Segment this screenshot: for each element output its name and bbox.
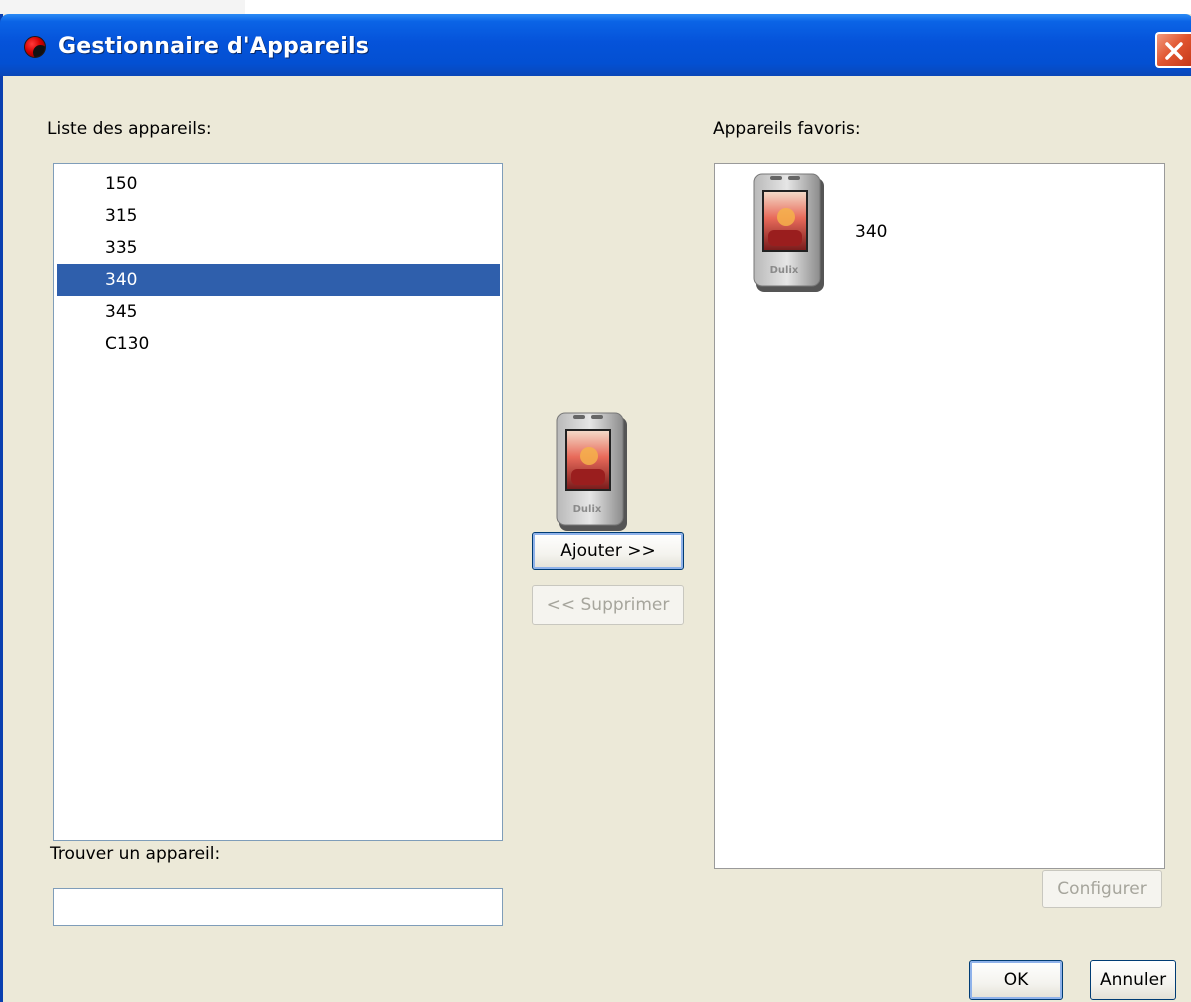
search-label: Trouver un appareil:: [50, 844, 221, 864]
app-icon: [24, 36, 46, 58]
list-item[interactable]: 345: [57, 296, 500, 328]
svg-text:Dulix: Dulix: [770, 265, 799, 276]
favorites-list[interactable]: Dulix 340: [714, 163, 1165, 869]
remove-button[interactable]: << Supprimer: [532, 585, 684, 625]
close-icon: [1165, 42, 1183, 60]
device-list[interactable]: 150 315 335 340 345 C130: [53, 163, 503, 841]
list-item[interactable]: 335: [57, 232, 500, 264]
list-item[interactable]: C130: [57, 328, 500, 360]
close-button[interactable]: [1155, 32, 1191, 68]
cancel-button[interactable]: Annuler: [1090, 960, 1176, 1000]
dulix-player-icon: Dulix: [555, 411, 631, 533]
favorite-item-label[interactable]: 340: [855, 222, 887, 242]
window-title: Gestionnaire d'Appareils: [58, 34, 369, 59]
list-item[interactable]: 150: [57, 168, 500, 200]
search-input[interactable]: [53, 888, 503, 926]
device-list-label: Liste des appareils:: [47, 119, 212, 139]
list-item-selected[interactable]: 340: [57, 264, 500, 296]
dulix-player-icon[interactable]: Dulix: [752, 172, 828, 294]
title-bar[interactable]: Gestionnaire d'Appareils: [0, 14, 1191, 76]
ok-button[interactable]: OK: [969, 960, 1063, 1000]
add-button[interactable]: Ajouter >>: [532, 532, 684, 570]
list-item[interactable]: 315: [57, 200, 500, 232]
device-manager-dialog: Gestionnaire d'Appareils Liste des appar…: [0, 14, 1191, 1002]
favorites-label: Appareils favoris:: [713, 119, 861, 139]
configure-button[interactable]: Configurer: [1042, 870, 1162, 908]
svg-text:Dulix: Dulix: [573, 504, 602, 515]
